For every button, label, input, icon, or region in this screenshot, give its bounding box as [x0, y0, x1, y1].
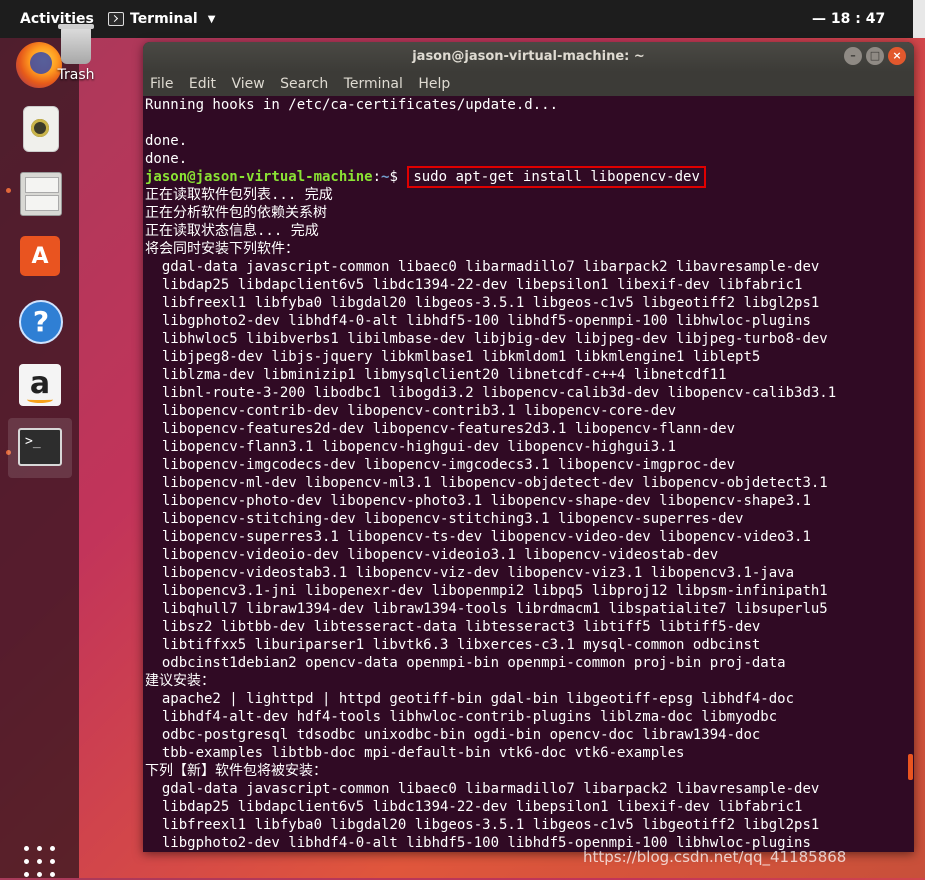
- terminal-line: libopencv-ml-dev libopencv-ml3.1 libopen…: [145, 475, 828, 491]
- terminal-line: libdap25 libdapclient6v5 libdc1394-22-de…: [145, 277, 803, 293]
- help-icon: ?: [19, 300, 63, 344]
- terminal-line: libhdf4-alt-dev hdf4-tools libhwloc-cont…: [145, 709, 778, 725]
- terminal-line: libopencv-flann3.1 libopencv-highgui-dev…: [145, 439, 677, 455]
- prompt-separator: :: [372, 169, 382, 185]
- terminal-line: libopencv-features2d-dev libopencv-featu…: [145, 421, 736, 437]
- file-cabinet-icon: [20, 172, 62, 216]
- scrollbar[interactable]: [908, 96, 914, 852]
- terminal-line: gdal-data javascript-common libaec0 liba…: [145, 259, 820, 275]
- minimize-button[interactable]: –: [844, 47, 862, 65]
- terminal-line: libopencv-videoio-dev libopencv-videoio3…: [145, 547, 719, 563]
- menu-bar: File Edit View Search Terminal Help: [143, 72, 914, 96]
- app-menu[interactable]: Terminal ▼: [108, 11, 215, 27]
- dock-rhythmbox[interactable]: [16, 106, 66, 156]
- terminal-line: tbb-examples libtbb-doc mpi-default-bin …: [145, 745, 685, 761]
- terminal-line: libqhull7 libraw1394-dev libraw1394-tool…: [145, 601, 828, 617]
- prompt-user: jason@jason-virtual-machine: [145, 169, 373, 185]
- terminal-line: libhwloc5 libibverbs1 libilmbase-dev lib…: [145, 331, 828, 347]
- dock-software[interactable]: A: [16, 234, 66, 284]
- terminal-line: libopencv-stitching-dev libopencv-stitch…: [145, 511, 744, 527]
- terminal-line: libdap25 libdapclient6v5 libdc1394-22-de…: [145, 799, 803, 815]
- clock[interactable]: — 18 : 47: [812, 11, 885, 27]
- terminal-line: liblzma-dev libminizip1 libmysqlclient20…: [145, 367, 727, 383]
- watermark: https://blog.csdn.net/qq_41185868: [583, 848, 847, 866]
- terminal-line: libopencv-contrib-dev libopencv-contrib3…: [145, 403, 677, 419]
- desktop-trash[interactable]: Trash: [55, 24, 97, 83]
- highlighted-command: sudo apt-get install libopencv-dev: [407, 166, 706, 188]
- terminal-line: odbc-postgresql tdsodbc unixodbc-bin ogd…: [145, 727, 761, 743]
- menu-help[interactable]: Help: [418, 76, 450, 92]
- trash-icon: [58, 24, 94, 64]
- app-menu-label: Terminal: [130, 11, 198, 27]
- terminal-line: 建议安装：: [145, 673, 215, 689]
- dock-files[interactable]: [16, 170, 66, 220]
- running-indicator: [6, 188, 11, 193]
- terminal-icon: [108, 12, 124, 26]
- terminal-line: libopencv-superres3.1 libopencv-ts-dev l…: [145, 529, 811, 545]
- terminal-line: libnl-route-3-200 libodbc1 libogdi3.2 li…: [145, 385, 837, 401]
- terminal-line: odbcinst1debian2 opencv-data openmpi-bin…: [145, 655, 786, 671]
- terminal-line: Running hooks in /etc/ca-certificates/up…: [145, 97, 559, 113]
- scrollbar-thumb[interactable]: [908, 754, 913, 780]
- dock-help[interactable]: ?: [16, 300, 66, 350]
- menu-search[interactable]: Search: [280, 76, 328, 92]
- show-applications-icon[interactable]: [24, 846, 58, 880]
- menu-edit[interactable]: Edit: [189, 76, 216, 92]
- prompt-symbol: $: [389, 169, 407, 185]
- terminal-icon: >_: [18, 428, 62, 466]
- top-panel: Activities Terminal ▼ — 18 : 47: [0, 0, 925, 38]
- panel-edge: [913, 0, 925, 38]
- terminal-line: 正在分析软件包的依赖关系树: [145, 205, 327, 221]
- terminal-line: libjpeg8-dev libjs-jquery libkmlbase1 li…: [145, 349, 761, 365]
- terminal-line: 将会同时安装下列软件：: [145, 241, 299, 257]
- menu-view[interactable]: View: [231, 76, 264, 92]
- chevron-down-icon: ▼: [207, 13, 216, 25]
- terminal-line: 下列【新】软件包将被安装：: [145, 763, 327, 779]
- terminal-line: libfreexl1 libfyba0 libgdal20 libgeos-3.…: [145, 295, 820, 311]
- menu-file[interactable]: File: [150, 76, 173, 92]
- terminal-window[interactable]: jason@jason-virtual-machine: ~ – □ × Fil…: [143, 42, 914, 852]
- speaker-icon: [23, 106, 59, 152]
- dock: A ? a >_: [0, 38, 79, 878]
- window-titlebar[interactable]: jason@jason-virtual-machine: ~ – □ ×: [143, 42, 914, 72]
- terminal-line: libfreexl1 libfyba0 libgdal20 libgeos-3.…: [145, 817, 820, 833]
- dock-amazon[interactable]: a: [16, 364, 66, 414]
- terminal-line: 正在读取软件包列表... 完成: [145, 187, 333, 203]
- trash-label: Trash: [57, 67, 95, 83]
- terminal-output[interactable]: Running hooks in /etc/ca-certificates/up…: [143, 96, 908, 852]
- shopping-bag-icon: A: [20, 236, 60, 276]
- terminal-line: libopencv-imgcodecs-dev libopencv-imgcod…: [145, 457, 736, 473]
- terminal-line: done.: [145, 151, 188, 167]
- terminal-line: 正在读取状态信息... 完成: [145, 223, 319, 239]
- terminal-line: libsz2 libtbb-dev libtesseract-data libt…: [145, 619, 761, 635]
- amazon-icon: a: [19, 364, 61, 406]
- terminal-line: libopencv-videostab3.1 libopencv-viz-dev…: [145, 565, 795, 581]
- prompt-line: jason@jason-virtual-machine:~$ sudo apt-…: [143, 166, 908, 188]
- terminal-line: libopencv3.1-jni libopenexr-dev libopenm…: [145, 583, 828, 599]
- maximize-button[interactable]: □: [866, 47, 884, 65]
- terminal-line: libtiffxx5 liburiparser1 libvtk6.3 libxe…: [145, 637, 761, 653]
- menu-terminal[interactable]: Terminal: [344, 76, 403, 92]
- terminal-line: libopencv-photo-dev libopencv-photo3.1 l…: [145, 493, 811, 509]
- terminal-line: apache2 | lighttpd | httpd geotiff-bin g…: [145, 691, 795, 707]
- close-button[interactable]: ×: [888, 47, 906, 65]
- terminal-line: libgphoto2-dev libhdf4-0-alt libhdf5-100…: [145, 313, 811, 329]
- terminal-line: done.: [145, 133, 188, 149]
- dock-terminal[interactable]: >_: [8, 418, 72, 478]
- terminal-line: gdal-data javascript-common libaec0 liba…: [145, 781, 820, 797]
- window-title: jason@jason-virtual-machine: ~: [412, 49, 645, 64]
